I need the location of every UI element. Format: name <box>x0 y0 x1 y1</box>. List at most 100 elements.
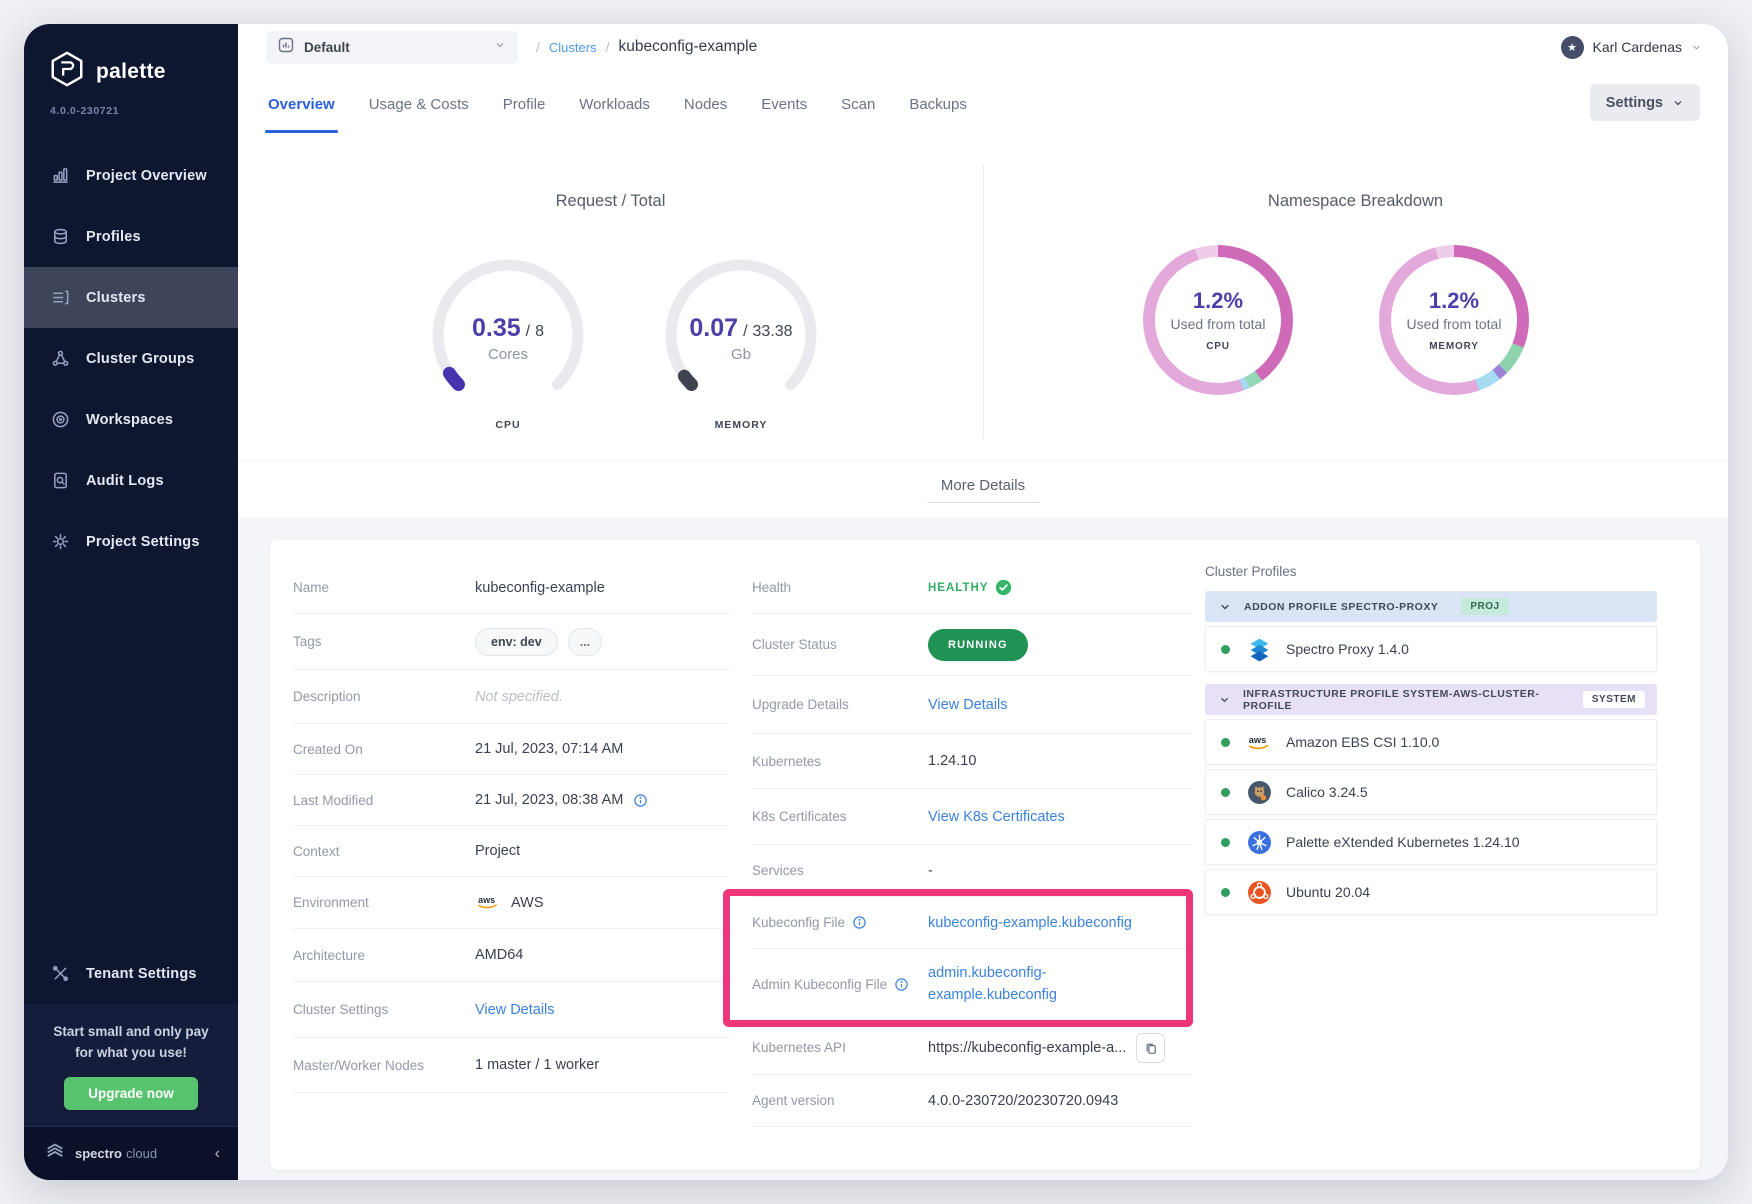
used-from-total-label: Used from total <box>1171 316 1266 332</box>
chevron-down-icon <box>1672 97 1684 109</box>
breadcrumb-clusters-link[interactable]: Clusters <box>549 40 597 55</box>
upgrade-view-details-link[interactable]: View Details <box>928 697 1008 713</box>
value-separator: / <box>743 323 747 341</box>
info-icon[interactable] <box>894 977 909 992</box>
row-architecture: Architecture AMD64 <box>293 929 730 982</box>
row-services: Services - <box>752 845 1192 897</box>
tabs: Overview Usage & Costs Profile Workloads Nod… <box>238 70 1728 138</box>
breadcrumb-current: kubeconfig-example <box>618 38 757 56</box>
charts-section: Request / Total Namespace Breakdown 0.35… <box>238 138 1728 460</box>
row-label: Services <box>752 863 928 878</box>
profile-pack-row[interactable]: awsAmazon EBS CSI 1.10.0 <box>1205 719 1657 765</box>
admin-kubeconfig-file-link[interactable]: admin.kubeconfig-example.kubeconfig <box>928 963 1110 1007</box>
sidebar-item-clusters[interactable]: Clusters <box>24 267 238 328</box>
profile-pack-row[interactable]: Palette eXtended Kubernetes 1.24.10 <box>1205 819 1657 865</box>
sidebar-item-project-settings[interactable]: Project Settings <box>24 511 238 572</box>
memory-unit-label: Gb <box>731 346 751 363</box>
row-k8s-certificates: K8s Certificates View K8s Certificates <box>752 789 1192 845</box>
view-k8s-certificates-link[interactable]: View K8s Certificates <box>928 809 1065 825</box>
kubernetes-version-value: 1.24.10 <box>928 753 976 769</box>
calico-icon <box>1246 779 1272 805</box>
workspace-rings-icon <box>50 410 70 430</box>
more-details-button[interactable]: More Details <box>927 477 1039 503</box>
row-label: Upgrade Details <box>752 697 928 712</box>
chevron-down-icon <box>1219 601 1231 613</box>
pack-name: Spectro Proxy 1.4.0 <box>1286 641 1409 657</box>
tab-events[interactable]: Events <box>761 70 807 138</box>
profile-pack-row[interactable]: Ubuntu 20.04 <box>1205 869 1657 915</box>
details-section: Name kubeconfig-example Tags env: dev ..… <box>238 518 1728 1180</box>
row-label: Cluster Settings <box>293 1002 475 1017</box>
sidebar-item-profiles[interactable]: Profiles <box>24 206 238 267</box>
row-master-worker-nodes: Master/Worker Nodes 1 master / 1 worker <box>293 1038 730 1093</box>
memory-total-value: 33.38 <box>753 323 793 341</box>
project-selector[interactable]: Default <box>266 31 518 64</box>
row-admin-kubeconfig-file: Admin Kubeconfig File admin.kubeconfig-e… <box>752 949 1192 1021</box>
tab-workloads[interactable]: Workloads <box>579 70 650 138</box>
memory-gauge-chart: 0.07 / 33.38 Gb MEMORY <box>659 253 823 417</box>
tag-pill[interactable]: env: dev <box>475 628 558 656</box>
upgrade-promo: Start small and only pay for what you us… <box>24 1004 238 1126</box>
aws-icon: aws <box>1246 729 1272 755</box>
user-menu[interactable]: ★ Karl Cardenas <box>1561 36 1703 59</box>
tab-backups[interactable]: Backups <box>909 70 967 138</box>
tab-usage-costs[interactable]: Usage & Costs <box>369 70 469 138</box>
services-value: - <box>928 863 933 879</box>
sidebar-item-workspaces[interactable]: Workspaces <box>24 389 238 450</box>
settings-button[interactable]: Settings <box>1590 84 1700 121</box>
info-icon[interactable] <box>633 793 648 808</box>
pack-status-dot <box>1221 738 1230 747</box>
running-status-badge: RUNNING <box>928 629 1028 661</box>
app-version: 4.0.0-230721 <box>24 93 238 117</box>
audit-doc-icon <box>50 471 70 491</box>
cpu-used-percent: 1.2% <box>1193 288 1243 314</box>
breadcrumb-separator: / <box>606 39 610 55</box>
sidebar-item-cluster-groups[interactable]: Cluster Groups <box>24 328 238 389</box>
health-status-value: HEALTHY <box>928 582 988 594</box>
pack-name: Palette eXtended Kubernetes 1.24.10 <box>1286 834 1520 850</box>
row-label: Description <box>293 689 475 704</box>
project-selector-label: Default <box>304 40 350 55</box>
chevron-down-icon <box>1691 42 1702 53</box>
details-column-left: Name kubeconfig-example Tags env: dev ..… <box>293 562 730 1093</box>
settings-button-label: Settings <box>1606 95 1663 111</box>
tabs-bar: Overview Usage & Costs Profile Workloads Nod… <box>238 70 1728 138</box>
sidebar-item-audit-logs[interactable]: Audit Logs <box>24 450 238 511</box>
brand-name: palette <box>96 60 166 84</box>
tab-profile[interactable]: Profile <box>503 70 546 138</box>
sidebar-item-label: Clusters <box>86 290 146 306</box>
svg-text:aws: aws <box>1249 735 1267 745</box>
cluster-settings-view-details-link[interactable]: View Details <box>475 1002 555 1018</box>
sidebar-item-tenant-settings[interactable]: Tenant Settings <box>24 943 238 1004</box>
row-label: Name <box>293 580 475 595</box>
row-environment: Environment aws AWS <box>293 877 730 929</box>
row-kubernetes: Kubernetes 1.24.10 <box>752 734 1192 789</box>
tab-nodes[interactable]: Nodes <box>684 70 727 138</box>
profile-group: INFRASTRUCTURE PROFILE SYSTEM-AWS-CLUSTE… <box>1205 684 1657 915</box>
footer-brand-2: cloud <box>126 1146 157 1161</box>
tab-overview[interactable]: Overview <box>268 70 335 138</box>
info-icon[interactable] <box>852 915 867 930</box>
gear-icon <box>50 532 70 552</box>
promo-line1: Start small and only pay <box>38 1022 224 1043</box>
kubernetes-api-value: https://kubeconfig-example-a... <box>928 1040 1126 1056</box>
profile-pack-row[interactable]: Spectro Proxy 1.4.0 <box>1205 626 1657 672</box>
profile-group-header[interactable]: ADDON PROFILE SPECTRO-PROXYPROJ <box>1205 591 1657 622</box>
tab-scan[interactable]: Scan <box>841 70 875 138</box>
copy-button[interactable] <box>1136 1033 1165 1063</box>
profile-group-header[interactable]: INFRASTRUCTURE PROFILE SYSTEM-AWS-CLUSTE… <box>1205 684 1657 715</box>
last-modified-value: 21 Jul, 2023, 08:38 AM <box>475 792 623 808</box>
kubeconfig-file-link[interactable]: kubeconfig-example.kubeconfig <box>928 915 1132 931</box>
tags-overflow-pill[interactable]: ... <box>568 628 602 656</box>
sidebar-item-label: Workspaces <box>86 412 173 428</box>
row-label: Created On <box>293 742 475 757</box>
created-on-value: 21 Jul, 2023, 07:14 AM <box>475 741 623 757</box>
profile-pack-row[interactable]: Calico 3.24.5 <box>1205 769 1657 815</box>
brand: palette <box>24 24 238 93</box>
sidebar-item-project-overview[interactable]: Project Overview <box>24 145 238 206</box>
breadcrumb-separator: / <box>536 39 540 55</box>
row-label: Admin Kubeconfig File <box>752 977 887 992</box>
upgrade-now-button[interactable]: Upgrade now <box>64 1077 198 1110</box>
user-avatar: ★ <box>1561 36 1584 59</box>
collapse-sidebar-icon[interactable]: ‹ <box>215 1145 220 1163</box>
